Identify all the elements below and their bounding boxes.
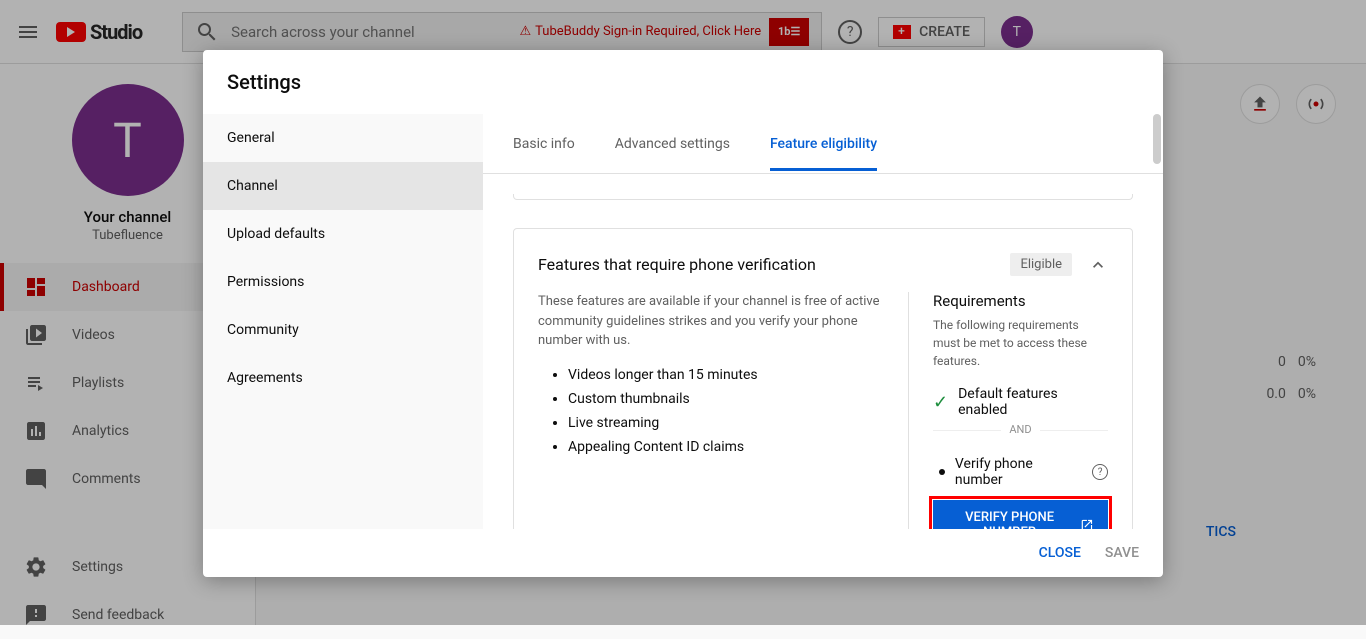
check-icon: ✓	[933, 392, 948, 413]
dialog-nav-upload-defaults[interactable]: Upload defaults	[203, 210, 483, 258]
close-button[interactable]: CLOSE	[1039, 545, 1081, 561]
dialog-nav-permissions[interactable]: Permissions	[203, 258, 483, 306]
chevron-up-icon[interactable]	[1088, 255, 1108, 275]
dialog-nav-community[interactable]: Community	[203, 306, 483, 354]
tabs: Basic info Advanced settings Feature eli…	[483, 114, 1163, 174]
save-button[interactable]: SAVE	[1105, 545, 1139, 561]
tab-advanced-settings[interactable]: Advanced settings	[615, 118, 730, 170]
requirements-title: Requirements	[933, 292, 1108, 310]
info-icon[interactable]: ?	[1092, 464, 1108, 480]
list-item: Custom thumbnails	[568, 391, 884, 407]
dialog-nav-agreements[interactable]: Agreements	[203, 354, 483, 402]
eligible-badge: Eligible	[1010, 253, 1072, 276]
requirement-verify: Verify phone number ?	[933, 456, 1108, 488]
settings-dialog: Settings General Channel Upload defaults…	[203, 50, 1163, 577]
dialog-nav-channel[interactable]: Channel	[203, 162, 483, 210]
and-divider: AND	[933, 430, 1108, 444]
tab-basic-info[interactable]: Basic info	[513, 118, 575, 170]
bullet-icon	[939, 469, 945, 475]
list-item: Videos longer than 15 minutes	[568, 367, 884, 383]
tab-feature-eligibility[interactable]: Feature eligibility	[770, 118, 877, 170]
open-external-icon	[1080, 517, 1094, 529]
list-item: Appealing Content ID claims	[568, 439, 884, 455]
phone-verification-card: Features that require phone verification…	[513, 228, 1133, 529]
verify-phone-button[interactable]: VERIFY PHONE NUMBER	[933, 500, 1108, 529]
scroll-thumb[interactable]	[1153, 114, 1161, 164]
prev-card-bottom	[513, 194, 1133, 200]
requirements-desc: The following requirements must be met t…	[933, 316, 1108, 370]
dialog-title: Settings	[203, 50, 1163, 114]
requirement-enabled: ✓ Default features enabled	[933, 386, 1108, 418]
dialog-sidebar: General Channel Upload defaults Permissi…	[203, 114, 483, 529]
card-title: Features that require phone verification	[538, 255, 816, 274]
list-item: Live streaming	[568, 415, 884, 431]
card-description: These features are available if your cha…	[538, 292, 884, 351]
dialog-nav-general[interactable]: General	[203, 114, 483, 162]
feature-list: Videos longer than 15 minutes Custom thu…	[538, 367, 884, 455]
